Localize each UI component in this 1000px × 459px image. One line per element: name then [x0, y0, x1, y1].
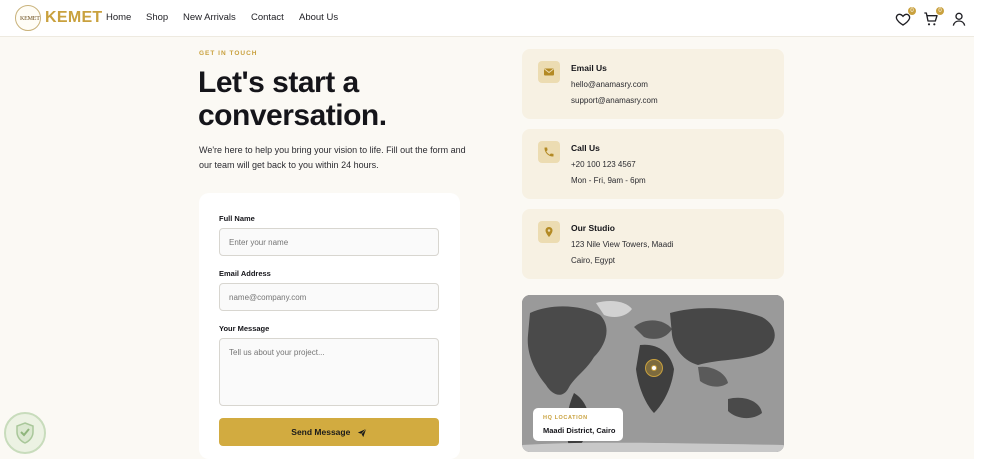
- contact-card-line[interactable]: support@anamasry.com: [571, 96, 658, 105]
- page-scrollbar[interactable]: [974, 0, 1000, 459]
- nav-link-about-us[interactable]: About Us: [299, 12, 338, 23]
- headline-line-2: conversation.: [198, 99, 387, 132]
- page-headline: Let's start a conversation.: [198, 66, 488, 132]
- send-message-label: Send Message: [291, 427, 351, 437]
- contact-card-title: Email Us: [571, 63, 607, 73]
- user-icon: [952, 12, 966, 26]
- nav-link-home[interactable]: Home: [106, 12, 131, 23]
- top-navbar: KEMET KEMET Home Shop New Arrivals Conta…: [0, 0, 974, 37]
- contact-card-title: Call Us: [571, 143, 600, 153]
- nav-link-contact[interactable]: Contact: [251, 12, 284, 23]
- contact-card-line: Cairo, Egypt: [571, 256, 616, 265]
- brand-name[interactable]: KEMET: [45, 9, 103, 27]
- mail-icon: [538, 61, 560, 83]
- contact-card-line: Mon - Fri, 9am - 6pm: [571, 176, 646, 185]
- map-pin-icon: [538, 221, 560, 243]
- contact-form: Full Name Email Address Your Message Sen…: [199, 193, 460, 459]
- logo-text: KEMET: [20, 16, 40, 22]
- hq-location-label: HQ LOCATION: [543, 415, 588, 421]
- security-badge[interactable]: [4, 412, 46, 454]
- contact-card-line[interactable]: +20 100 123 4567: [571, 160, 636, 169]
- shield-icon: [16, 422, 34, 444]
- contact-card-phone: Call Us +20 100 123 4567 Mon - Fri, 9am …: [522, 129, 784, 199]
- paper-plane-icon: [357, 428, 367, 437]
- nav-link-shop[interactable]: Shop: [146, 12, 168, 23]
- contact-card-line: 123 Nile View Towers, Maadi: [571, 240, 674, 249]
- intro-paragraph: We're here to help you bring your vision…: [199, 145, 466, 170]
- contact-card-email: Email Us hello@anamasry.com support@anam…: [522, 49, 784, 119]
- cart-count-badge: 0: [936, 7, 944, 15]
- email-label: Email Address: [219, 269, 271, 278]
- eyebrow-text: GET IN TOUCH: [199, 50, 258, 57]
- location-map[interactable]: HQ LOCATION Maadi District, Cairo: [522, 295, 784, 452]
- map-pin-dot: [651, 365, 657, 371]
- wishlist-count-badge: 0: [908, 7, 916, 15]
- message-label: Your Message: [219, 324, 270, 333]
- full-name-label: Full Name: [219, 214, 255, 223]
- kemet-logo[interactable]: KEMET: [15, 5, 41, 31]
- account-button[interactable]: [950, 8, 970, 28]
- contact-card-studio: Our Studio 123 Nile View Towers, Maadi C…: [522, 209, 784, 279]
- wishlist-button[interactable]: 0: [894, 7, 916, 28]
- nav-link-new-arrivals[interactable]: New Arrivals: [183, 12, 236, 23]
- headline-line-1: Let's start a: [198, 66, 359, 99]
- hq-location-callout: HQ LOCATION Maadi District, Cairo: [533, 408, 623, 441]
- message-textarea[interactable]: [219, 338, 439, 406]
- cart-button[interactable]: 0: [922, 7, 944, 28]
- map-location-pin[interactable]: [645, 359, 663, 377]
- contact-card-title: Our Studio: [571, 223, 615, 233]
- contact-card-line[interactable]: hello@anamasry.com: [571, 80, 648, 89]
- send-message-button[interactable]: Send Message: [219, 418, 439, 446]
- full-name-input[interactable]: [219, 228, 439, 256]
- hq-location-value: Maadi District, Cairo: [543, 426, 616, 435]
- email-input[interactable]: [219, 283, 439, 311]
- phone-icon: [538, 141, 560, 163]
